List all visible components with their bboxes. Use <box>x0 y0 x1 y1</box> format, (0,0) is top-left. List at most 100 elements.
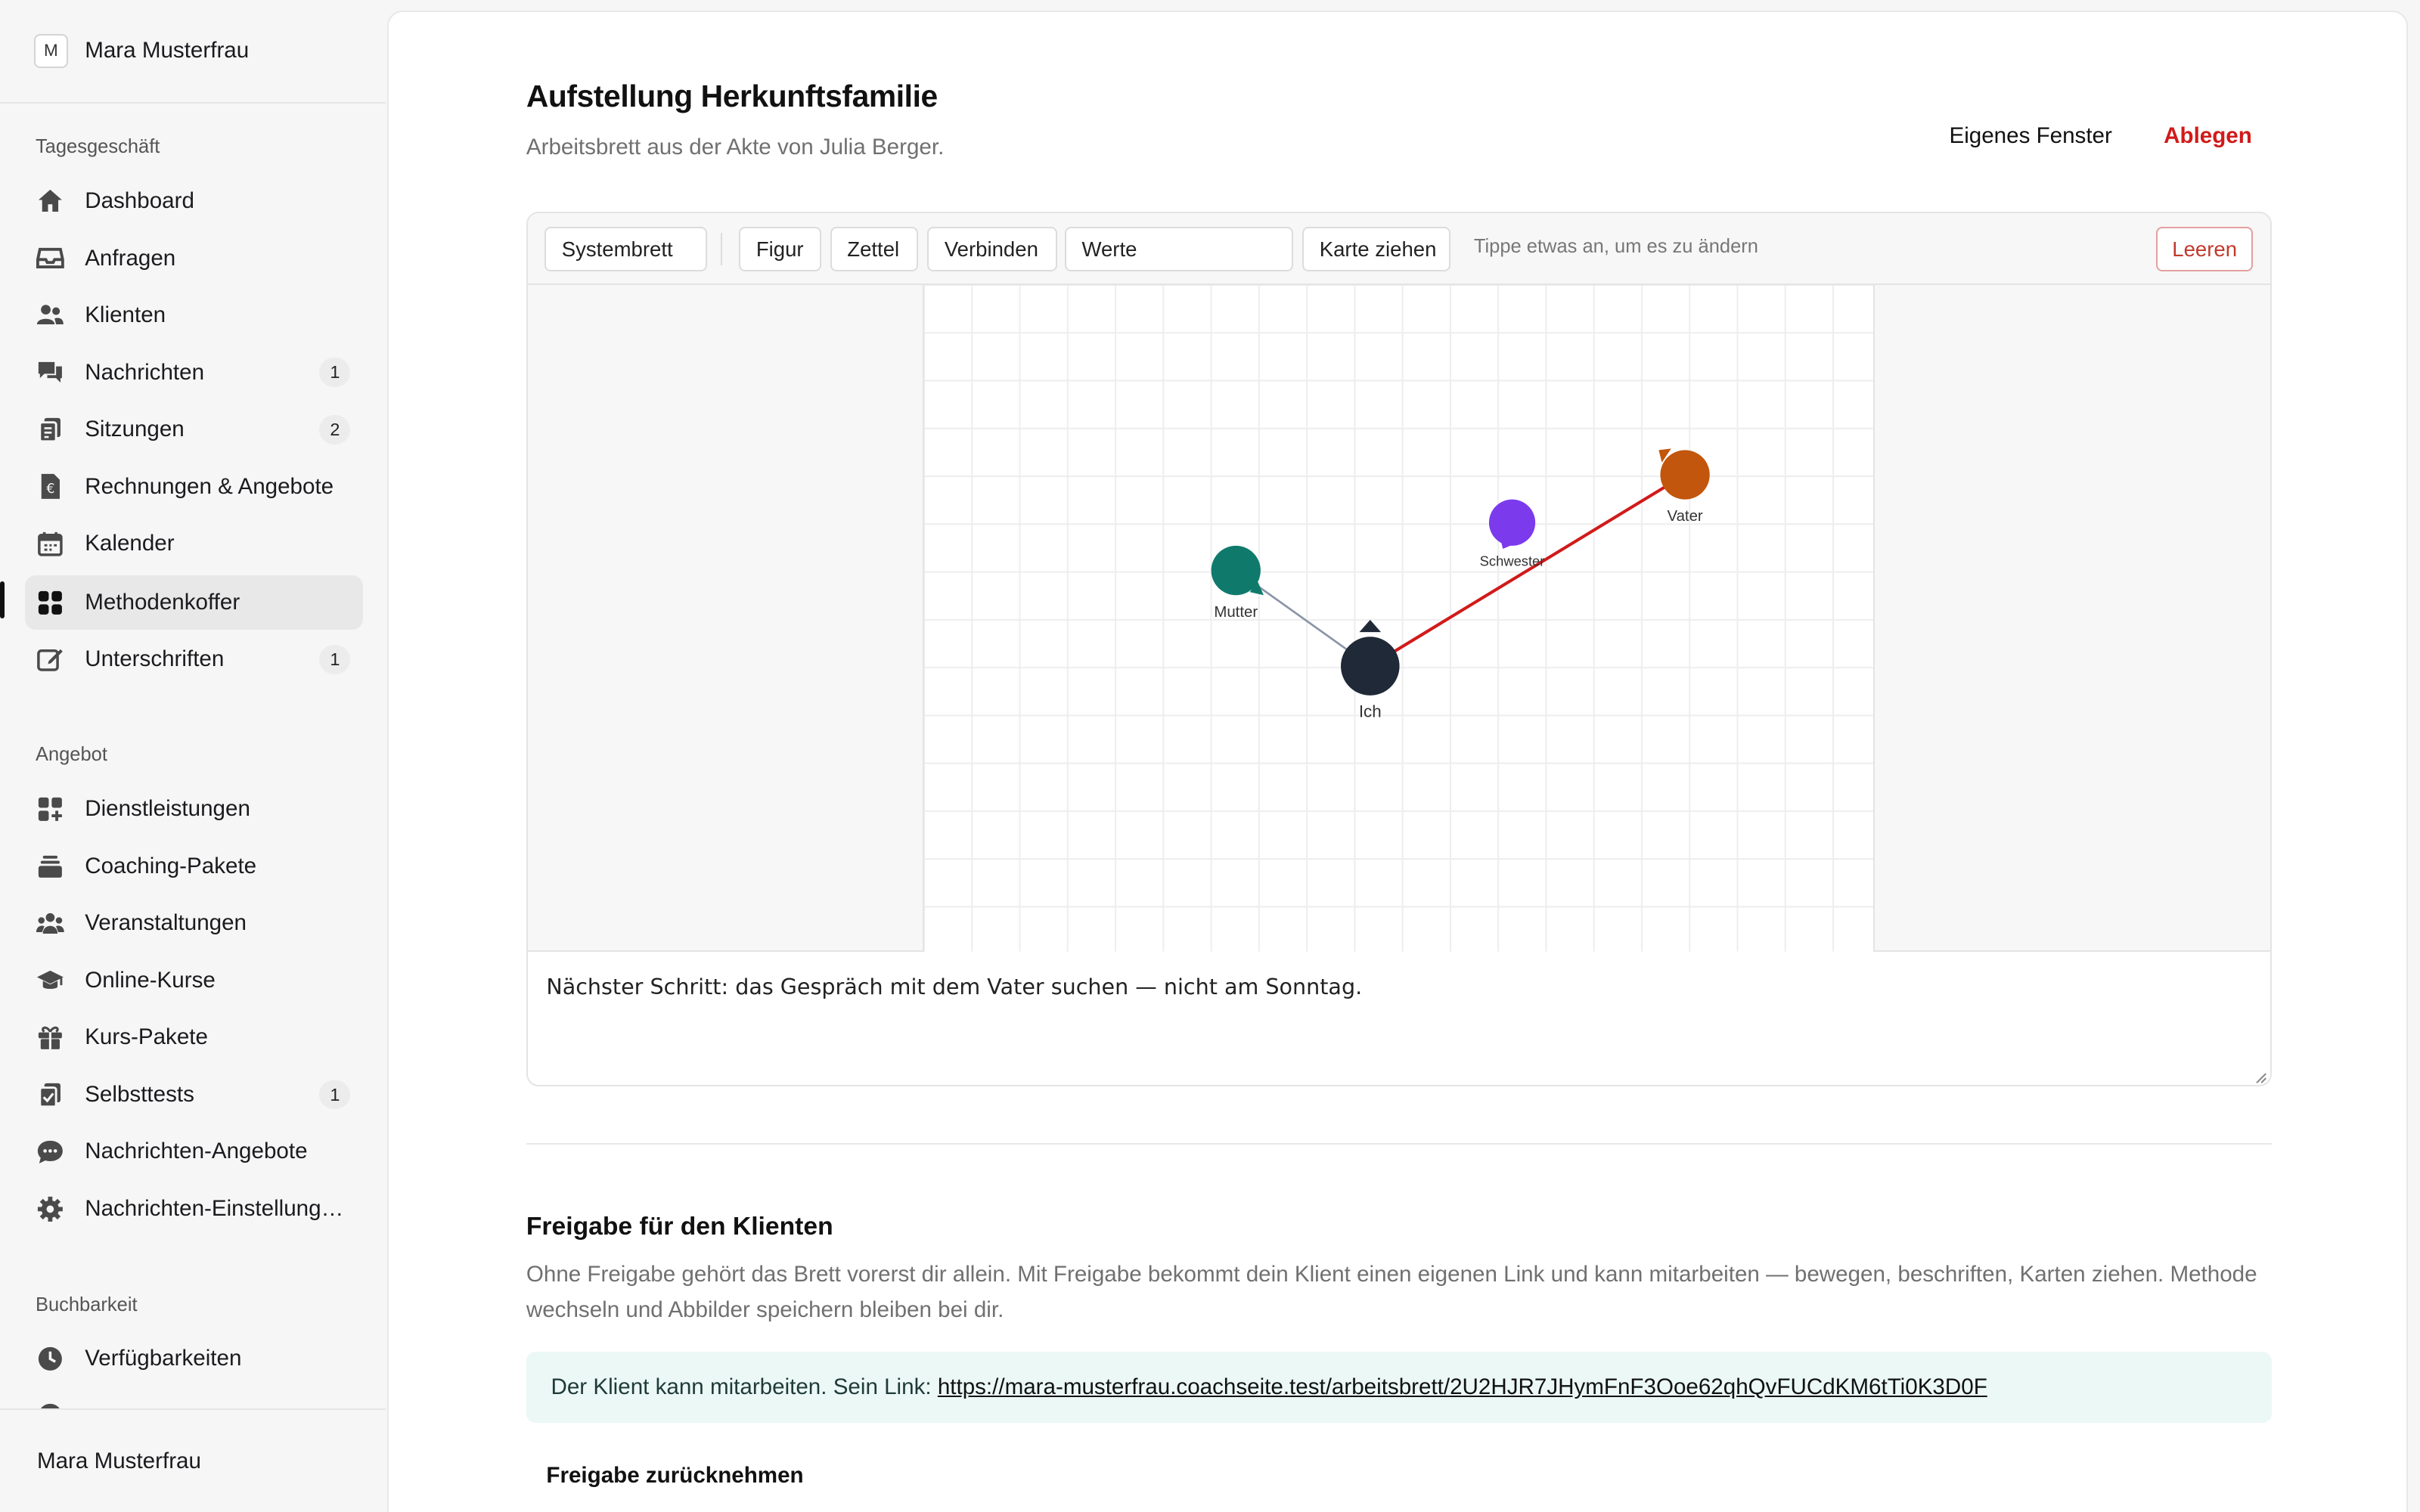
sidebar-item-unterschriften[interactable]: Unterschriften 1 <box>25 633 363 686</box>
avatar: M <box>33 33 68 68</box>
sidebar-item-selbsttests[interactable]: Selbsttests 1 <box>25 1067 363 1121</box>
board-canvas[interactable]: Ich Mutter Schwester Vater <box>923 284 1876 953</box>
figure-vater: Vater <box>1658 448 1711 525</box>
sidebar-item-label: Veranstaltungen <box>85 910 247 936</box>
figure-label: Ich <box>1359 702 1382 721</box>
badge-count: 2 <box>319 414 351 445</box>
invoice-icon: € <box>36 472 65 501</box>
sidebar-item-label: Dashboard <box>85 188 194 214</box>
mode-select[interactable]: Systembrett <box>544 226 707 272</box>
account-header[interactable]: M Mara Musterfrau <box>0 0 386 104</box>
figure-label: Schwester <box>1480 553 1545 569</box>
home-icon <box>36 187 65 216</box>
sidebar-item-nachrichten-angebote[interactable]: Nachrichten-Angebote <box>25 1125 363 1179</box>
sidebar-item-label: Klienten <box>85 302 166 328</box>
sidebar-item-label: Kalender <box>85 531 175 556</box>
sidebar-nav: Tagesgeschäft Dashboard Anfragen Kliente… <box>0 105 386 1409</box>
board-note-textarea[interactable]: Nächster Schritt: das Gespräch mit dem V… <box>527 953 2270 1085</box>
group-icon <box>36 909 65 938</box>
revoke-sharing-button[interactable]: Freigabe zurücknehmen <box>546 1463 803 1489</box>
connection-line <box>1370 473 1686 668</box>
board-drawing[interactable]: Ich Mutter Schwester Vater <box>923 284 1874 953</box>
board-note-text: Nächster Schritt: das Gespräch mit dem V… <box>546 973 1363 999</box>
sessions-icon <box>36 415 65 445</box>
sidebar-item-label: Verfügbarkeiten <box>85 1345 242 1371</box>
sidebar-item-label: Coaching-Pakete <box>85 853 257 878</box>
sidebar-item-verfuegbarkeiten[interactable]: Verfügbarkeiten <box>25 1331 363 1385</box>
sidebar-item-label: Kurs-Pakete <box>85 1024 208 1050</box>
system-board: Systembrett Figur Zettel Verbinden Werte… <box>526 211 2272 1086</box>
sidebar-item-label: Online-Kurse <box>85 967 216 993</box>
sidebar-item-more[interactable] <box>25 1389 363 1409</box>
clear-button[interactable]: Leeren <box>2155 226 2254 272</box>
sidebar-item-dienstleistungen[interactable]: Dienstleistungen <box>25 782 363 836</box>
sidebar-item-klienten[interactable]: Klienten <box>25 289 363 342</box>
sharing-link[interactable]: https://mara-musterfrau.coachseite.test/… <box>938 1374 1987 1399</box>
sidebar-item-label: Nachrichten-Angebote <box>85 1139 308 1164</box>
sharing-description: Ohne Freigabe gehört das Brett vorerst d… <box>526 1262 2257 1323</box>
page-subtitle: Arbeitsbrett aus der Akte von Julia Berg… <box>526 134 945 160</box>
layers-icon <box>36 852 65 881</box>
sharing-title: Freigabe für den Klienten <box>526 1213 833 1241</box>
badge-count: 1 <box>319 1080 351 1110</box>
sidebar-item-methodenkoffer[interactable]: Methodenkoffer <box>24 575 363 630</box>
sidebar-item-label: Methodenkoffer <box>85 589 240 615</box>
connect-button[interactable]: Verbinden <box>927 226 1057 272</box>
gift-icon <box>36 1023 65 1052</box>
sidebar-item-dashboard[interactable]: Dashboard <box>25 175 363 228</box>
account-name: Mara Musterfrau <box>85 38 250 64</box>
svg-text:€: € <box>46 482 54 497</box>
sidebar-item-kalender[interactable]: Kalender <box>25 517 363 571</box>
sharing-status-box: Der Klient kann mitarbeiten. Sein Link: … <box>526 1351 2272 1423</box>
figure-label: Vater <box>1668 509 1703 525</box>
sidebar-item-label: Nachrichten-Einstellung… <box>85 1195 344 1221</box>
figure-label: Mutter <box>1215 604 1258 621</box>
inbox-icon <box>36 243 65 273</box>
board-toolbar: Systembrett Figur Zettel Verbinden Werte… <box>527 212 2270 286</box>
sidebar-item-veranstaltungen[interactable]: Veranstaltungen <box>25 897 363 950</box>
badge-count: 1 <box>319 645 351 674</box>
sidebar-section-title: Angebot <box>35 743 107 765</box>
message-dots-icon <box>36 1137 65 1167</box>
resize-handle-icon[interactable] <box>2255 1072 2267 1084</box>
users-icon <box>36 301 65 330</box>
sidebar-item-label: Unterschriften <box>85 646 225 672</box>
sidebar: M Mara Musterfrau Tagesgeschäft Dashboar… <box>0 0 386 1512</box>
calendar-icon <box>36 529 65 559</box>
section-divider <box>526 1143 2272 1145</box>
sidebar-section-title: Buchbarkeit <box>35 1294 138 1316</box>
badge-count: 1 <box>319 358 351 388</box>
edit-icon <box>36 645 65 674</box>
values-select[interactable]: Werte <box>1065 226 1294 272</box>
toolbar-hint: Tippe etwas an, um es zu ändern <box>1473 236 1758 258</box>
checklist-icon <box>36 1080 65 1110</box>
note-button[interactable]: Zettel <box>830 226 919 272</box>
sidebar-footer-account[interactable]: Mara Musterfrau <box>0 1408 386 1512</box>
graduation-icon <box>36 966 65 996</box>
sidebar-item-sitzungen[interactable]: Sitzungen 2 <box>25 403 363 457</box>
figure-ich: Ich <box>1341 620 1400 721</box>
file-button[interactable]: Ablegen <box>2164 123 2252 149</box>
active-indicator <box>0 581 5 619</box>
sidebar-item-nachrichten-einstellungen[interactable]: Nachrichten-Einstellung… <box>25 1182 363 1235</box>
own-window-button[interactable]: Eigenes Fenster <box>1949 123 2111 149</box>
grid-icon <box>36 588 65 618</box>
draw-card-button[interactable]: Karte ziehen <box>1302 226 1451 272</box>
sidebar-item-online-kurse[interactable]: Online-Kurse <box>25 953 363 1007</box>
sidebar-item-kurs-pakete[interactable]: Kurs-Pakete <box>25 1011 363 1064</box>
board-grid <box>923 284 1874 953</box>
toolbar-divider <box>720 233 722 265</box>
sidebar-item-anfragen[interactable]: Anfragen <box>25 231 363 285</box>
figure-button[interactable]: Figur <box>739 226 821 272</box>
clock-icon <box>36 1401 65 1409</box>
sidebar-item-nachrichten[interactable]: Nachrichten 1 <box>25 345 363 399</box>
apps-plus-icon <box>36 795 65 824</box>
sidebar-item-coaching-pakete[interactable]: Coaching-Pakete <box>25 839 363 893</box>
main-panel: Aufstellung Herkunftsfamilie Arbeitsbret… <box>387 11 2408 1512</box>
sidebar-item-label: Rechnungen & Angebote <box>85 473 334 499</box>
figure-mutter: Mutter <box>1211 546 1264 621</box>
sidebar-item-label: Selbsttests <box>85 1081 194 1107</box>
sidebar-item-label: Sitzungen <box>85 417 185 442</box>
chat-icon <box>36 358 65 387</box>
sidebar-item-rechnungen[interactable]: € Rechnungen & Angebote <box>25 460 363 513</box>
